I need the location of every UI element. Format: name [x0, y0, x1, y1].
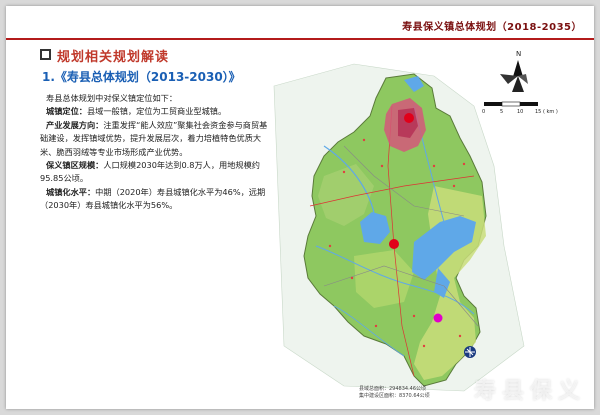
county-seat-marker	[404, 113, 414, 123]
subsection-title: 1.《寿县总体规划（2013-2030）》	[42, 70, 241, 84]
scale-tick-15: 15 ( km )	[535, 109, 558, 115]
paragraph-scale: 保义镇区规模：人口规模2030年达到0.8万人，用地规模约95.85公顷。	[40, 159, 272, 186]
baoyi-town-marker	[433, 313, 443, 323]
scale-tick-5: 5	[500, 109, 503, 115]
county-area-text: 县域总面积：294834.46公顷	[359, 386, 427, 392]
north-arrow-icon: N	[500, 50, 528, 92]
section-title: 规划相关规划解读	[40, 46, 169, 65]
watermark-text: 寿县保义	[473, 379, 586, 404]
airport-icon	[464, 346, 476, 358]
label-scale: 保义镇区规模：	[46, 160, 104, 171]
text-positioning: 县域一般镇，定位为工贸商业型城镇。	[86, 106, 227, 117]
square-bullet-icon	[40, 49, 51, 60]
header-divider	[6, 38, 594, 40]
label-industry: 产业发展方向：	[46, 119, 104, 130]
slide-header: 寿县保义镇总体规划（2018-2035）	[6, 16, 594, 40]
header-title: 寿县保义镇总体规划（2018-2035）	[402, 22, 582, 33]
paragraph-positioning: 城镇定位：县域一般镇，定位为工贸商业型城镇。	[40, 105, 272, 118]
label-urbanization: 城镇化水平：	[46, 186, 96, 197]
scale-bar: 0 5 10 15 ( km )	[482, 101, 558, 115]
county-map: N 0 5 10 15 ( km )	[273, 50, 558, 392]
paragraph-urbanization: 城镇化水平：中期（2020年）寿县城镇化水平为46%，远期（2030年）寿县城镇…	[40, 186, 272, 213]
north-label: N	[516, 50, 521, 58]
slide: 寿县保义镇总体规划（2018-2035） 规划相关规划解读 1.《寿县总体规划（…	[6, 6, 594, 409]
label-positioning: 城镇定位：	[46, 106, 87, 117]
built-area-text: 集中建设区面积：8370.64公顷	[359, 393, 430, 399]
paragraph-industry: 产业发展方向：注重发挥“能人效应”聚集社会资金参与商贸基础建设，发挥镇域优势，提…	[40, 119, 272, 159]
scale-tick-0: 0	[482, 109, 485, 115]
town-marker	[389, 239, 399, 249]
body-text: 寿县总体规划中对保义镇定位如下： 城镇定位：县域一般镇，定位为工贸商业型城镇。 …	[40, 92, 272, 213]
scale-tick-10: 10	[517, 109, 523, 115]
section-title-text: 规划相关规划解读	[57, 50, 170, 65]
map-area-note: 县域总面积：294834.46公顷 集中建设区面积：8370.64公顷	[359, 386, 430, 400]
intro-paragraph: 寿县总体规划中对保义镇定位如下：	[46, 93, 178, 103]
